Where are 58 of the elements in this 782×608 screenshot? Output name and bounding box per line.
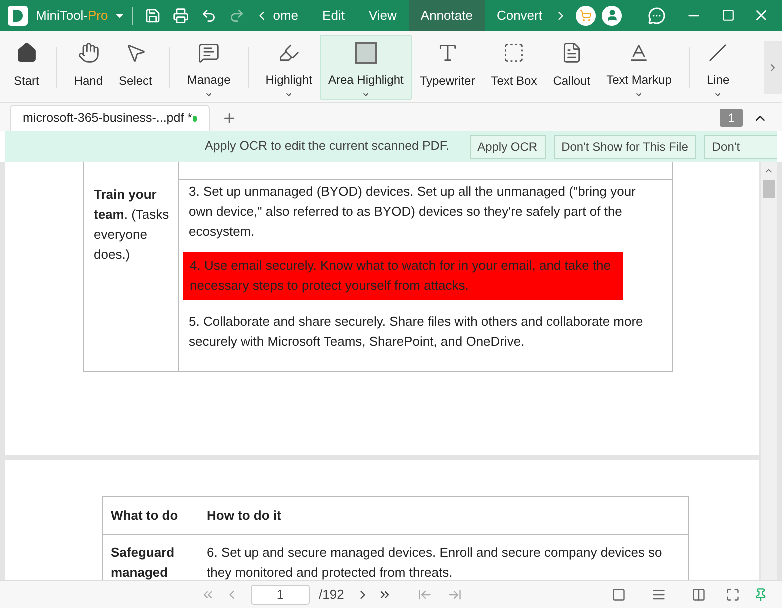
fullscreen-icon[interactable] <box>726 588 740 602</box>
maximize-icon[interactable] <box>722 9 736 22</box>
textbox-icon <box>503 42 526 64</box>
banner-button[interactable]: Don't Show for This File <box>554 134 696 158</box>
app-name: MiniTool-Pro <box>36 6 108 25</box>
banner-message: Apply OCR to edit the current scanned PDF. <box>205 138 450 156</box>
caret-icon <box>635 91 644 99</box>
tool-button[interactable]: Area Highlight <box>320 35 412 100</box>
tool-button[interactable]: Callout <box>545 35 599 100</box>
highlighted-paragraph: 4. Use email securely. Know what to watch for in your email, and take the necessary steps to protect yourself from attacks. <box>183 252 623 300</box>
row-label: Safeguard managed <box>110 544 176 580</box>
print-icon[interactable] <box>173 8 190 24</box>
pin-icon[interactable] <box>754 588 768 602</box>
paragraph: 6. Set up and secure managed devices. Enroll and secure company devices so they monitored and protected from threats. <box>206 544 664 580</box>
caret-icon <box>205 91 214 99</box>
row-label: Train your team. (Tasks everyone does.) <box>94 187 170 262</box>
menu-tab[interactable]: Annotate <box>408 0 485 31</box>
banner-button[interactable]: Apply OCR <box>470 134 546 158</box>
feedback-icon[interactable] <box>648 6 666 24</box>
paragraph: 5. Collaborate and share securely. Share files with others and collaborate more securely with Microsoft Teams, SharePoint, and OneDrive. <box>188 313 644 351</box>
column-header: How to do it <box>206 506 282 525</box>
line-icon <box>709 44 728 62</box>
caret-icon <box>362 91 370 99</box>
manage-icon <box>198 42 220 64</box>
fit-width-icon[interactable] <box>692 588 706 602</box>
tool-button[interactable]: Line <box>698 35 738 100</box>
save-icon[interactable] <box>145 8 162 24</box>
user-avatar-icon[interactable] <box>602 6 622 26</box>
caret-icon <box>285 91 294 99</box>
page-badge: 1 <box>720 109 743 127</box>
home-icon <box>16 42 38 64</box>
tool-button[interactable]: Select <box>111 35 160 100</box>
tool-button[interactable]: Text Box <box>483 35 546 100</box>
scroll-thumb[interactable] <box>763 180 775 198</box>
menu-tab[interactable]: ome <box>269 0 311 31</box>
undo-icon[interactable] <box>201 8 218 24</box>
tool-button[interactable]: Highlight <box>258 35 320 100</box>
total-pages: /192 <box>319 586 344 604</box>
tool-button[interactable]: Text Markup <box>598 35 680 100</box>
menu-tab[interactable]: View <box>356 0 409 31</box>
tool-button[interactable]: Start <box>6 35 48 100</box>
caret-icon <box>714 91 722 99</box>
page-layout-icon[interactable] <box>652 588 666 602</box>
banner-button[interactable]: Don't <box>704 134 777 158</box>
document-tab[interactable]: microsoft-365-business-...pdf * <box>10 105 210 131</box>
tool-button[interactable]: Hand <box>66 35 112 100</box>
menu-tab[interactable]: Convert <box>484 0 554 31</box>
column-header: What to do <box>110 506 180 525</box>
new-tab-icon[interactable] <box>222 111 237 126</box>
menu-tab[interactable]: Edit <box>310 0 357 31</box>
tool-button[interactable]: Manage <box>179 35 239 100</box>
page-input[interactable]: 1 <box>251 584 310 604</box>
cart-icon[interactable] <box>576 6 596 26</box>
tool-button[interactable]: Typewriter <box>412 35 484 100</box>
app-logo-icon <box>8 6 28 26</box>
square-icon <box>355 42 378 64</box>
paragraph: 3. Set up unmanaged (BYOD) devices. Set up all the unmanaged ("bring your own device," also referred to as BYOD) devices so they're safely part of the ecosystem. <box>188 183 637 241</box>
hand-icon <box>78 42 100 64</box>
